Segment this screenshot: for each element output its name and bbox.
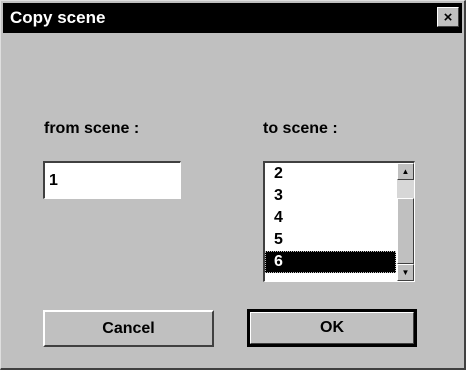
list-item[interactable]: 6: [265, 251, 396, 273]
list-item[interactable]: 4: [265, 207, 396, 229]
to-scene-listbox[interactable]: 23456 ▲ ▼: [263, 161, 415, 282]
listbox-scrollbar[interactable]: ▲ ▼: [397, 163, 414, 281]
arrow-down-icon: ▼: [401, 268, 410, 277]
close-icon: ×: [443, 9, 453, 26]
cancel-button[interactable]: Cancel: [43, 310, 214, 347]
list-item[interactable]: 3: [265, 185, 396, 207]
from-scene-label: from scene :: [44, 120, 140, 137]
scroll-track[interactable]: [397, 198, 414, 264]
close-button[interactable]: ×: [437, 7, 459, 27]
scroll-up-button[interactable]: ▲: [397, 163, 414, 180]
list-item[interactable]: 5: [265, 229, 396, 251]
cancel-button-label: Cancel: [102, 320, 155, 337]
from-scene-input[interactable]: [43, 161, 181, 199]
dialog-title: Copy scene: [10, 8, 106, 27]
scroll-thumb[interactable]: [397, 180, 414, 198]
copy-scene-dialog: Copy scene × from scene : to scene : 234…: [0, 0, 466, 370]
ok-button-label: OK: [320, 319, 344, 336]
ok-button[interactable]: OK: [247, 309, 417, 347]
to-scene-label: to scene :: [263, 120, 338, 137]
scroll-down-button[interactable]: ▼: [397, 264, 414, 281]
title-bar[interactable]: Copy scene ×: [3, 3, 462, 33]
arrow-up-icon: ▲: [401, 167, 410, 176]
to-scene-list: 23456: [265, 163, 396, 281]
list-item[interactable]: 2: [265, 163, 396, 185]
